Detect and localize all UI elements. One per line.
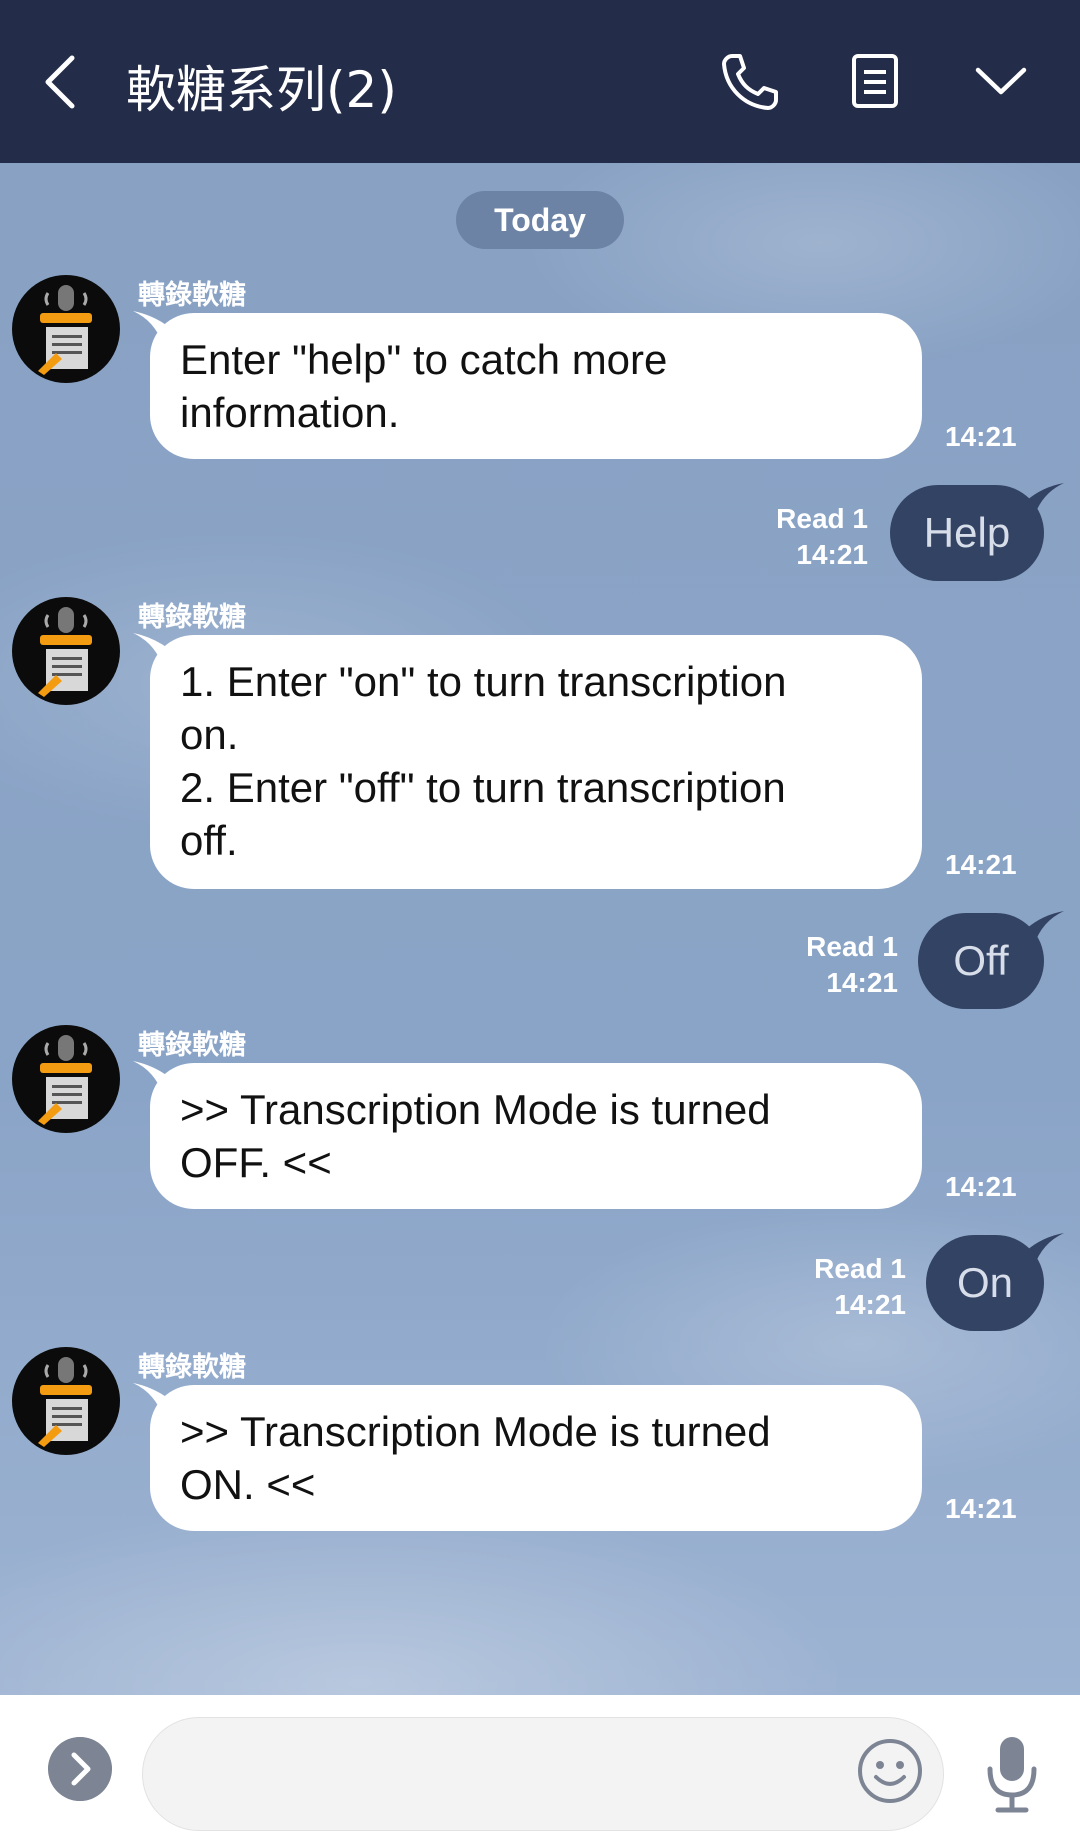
message-time: 14:21 (945, 421, 1017, 452)
emoji-icon[interactable] (856, 1737, 924, 1805)
message-time: 14:21 (826, 967, 898, 998)
read-label: Read 1 (814, 1253, 906, 1284)
phone-icon[interactable] (718, 50, 780, 112)
outgoing-message[interactable]: Help (890, 485, 1044, 581)
message-time: 14:21 (796, 539, 868, 570)
sender-name: 轉錄軟糖 (138, 1030, 246, 1061)
message-time: 14:21 (945, 1171, 1017, 1202)
chat-title[interactable]: 軟糖系列(2) (126, 50, 397, 122)
bot-avatar[interactable] (12, 275, 120, 383)
read-status: Read 1 14:21 (776, 501, 868, 573)
message-time: 14:21 (834, 1289, 906, 1320)
incoming-message[interactable]: >> Transcription Mode is turned ON. << (150, 1385, 922, 1531)
incoming-message[interactable]: >> Transcription Mode is turned OFF. << (150, 1063, 922, 1209)
sender-name: 轉錄軟糖 (138, 280, 246, 311)
read-label: Read 1 (806, 931, 898, 962)
outgoing-message[interactable]: Off (918, 913, 1044, 1009)
sender-name: 轉錄軟糖 (138, 602, 246, 633)
expand-icon[interactable] (48, 1737, 112, 1801)
sender-name: 轉錄軟糖 (138, 1352, 246, 1383)
date-divider: Today (456, 191, 624, 249)
bot-avatar[interactable] (12, 1347, 120, 1455)
microphone-icon[interactable] (982, 1733, 1042, 1815)
message-time: 14:21 (945, 849, 1017, 880)
message-time: 14:21 (945, 1493, 1017, 1524)
read-label: Read 1 (776, 503, 868, 534)
bot-avatar[interactable] (12, 597, 120, 705)
chevron-down-icon[interactable] (970, 50, 1032, 112)
outgoing-message[interactable]: On (926, 1235, 1044, 1331)
chat-area[interactable]: Today 轉錄軟糖 Enter "help" to catch more in… (0, 163, 1080, 1695)
read-status: Read 1 14:21 (814, 1251, 906, 1323)
back-arrow-icon[interactable] (40, 52, 80, 112)
message-composer (0, 1695, 1080, 1847)
incoming-message[interactable]: Enter "help" to catch more information. (150, 313, 922, 459)
incoming-message[interactable]: 1. Enter "on" to turn transcription on. … (150, 635, 922, 889)
read-status: Read 1 14:21 (806, 929, 898, 1001)
chat-header: 軟糖系列(2) (0, 0, 1080, 163)
bot-avatar[interactable] (12, 1025, 120, 1133)
notes-icon[interactable] (844, 50, 906, 112)
message-input[interactable] (142, 1717, 944, 1831)
